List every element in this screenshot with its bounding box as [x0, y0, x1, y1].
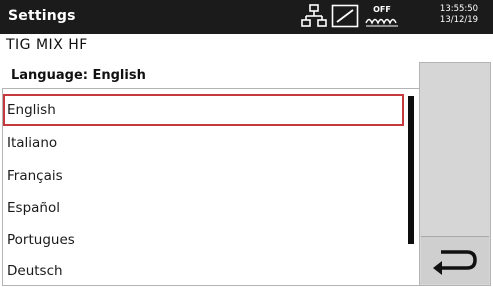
- list-item-italiano[interactable]: Italiano: [3, 127, 404, 159]
- header-bar: Settings OFF 13:55:50 13/12/19: [0, 0, 493, 34]
- return-arrow-icon: [433, 250, 477, 275]
- list-item-deutsch[interactable]: Deutsch: [3, 255, 404, 287]
- process-label: TIG MIX HF: [6, 37, 88, 53]
- clock-time: 13:55:50: [439, 4, 479, 14]
- list-item-portugues[interactable]: Portugues: [3, 224, 404, 256]
- wave-off-icon: OFF: [365, 3, 399, 29]
- network-icon: [301, 3, 327, 29]
- clock-display: 13:55:50 13/12/19: [430, 4, 488, 26]
- list-item-english[interactable]: English: [3, 94, 404, 126]
- language-header: Language: English: [2, 62, 419, 89]
- page-title: Settings: [8, 8, 76, 24]
- list-item-francais[interactable]: Français: [3, 160, 404, 192]
- wave-icon-label: OFF: [373, 5, 391, 14]
- clock-date: 13/12/19: [439, 15, 479, 25]
- scrollbar-thumb[interactable]: [408, 96, 414, 244]
- language-list: English Italiano Français Español Portug…: [3, 90, 404, 285]
- slope-icon: [331, 3, 359, 29]
- language-header-text: Language: English: [11, 68, 146, 83]
- back-button[interactable]: [421, 236, 489, 284]
- settings-screen: Settings OFF 13:55:50 13/12/19 TIG MIX H…: [0, 0, 493, 287]
- list-item-espanol[interactable]: Español: [3, 192, 404, 224]
- scrollbar[interactable]: [405, 90, 418, 285]
